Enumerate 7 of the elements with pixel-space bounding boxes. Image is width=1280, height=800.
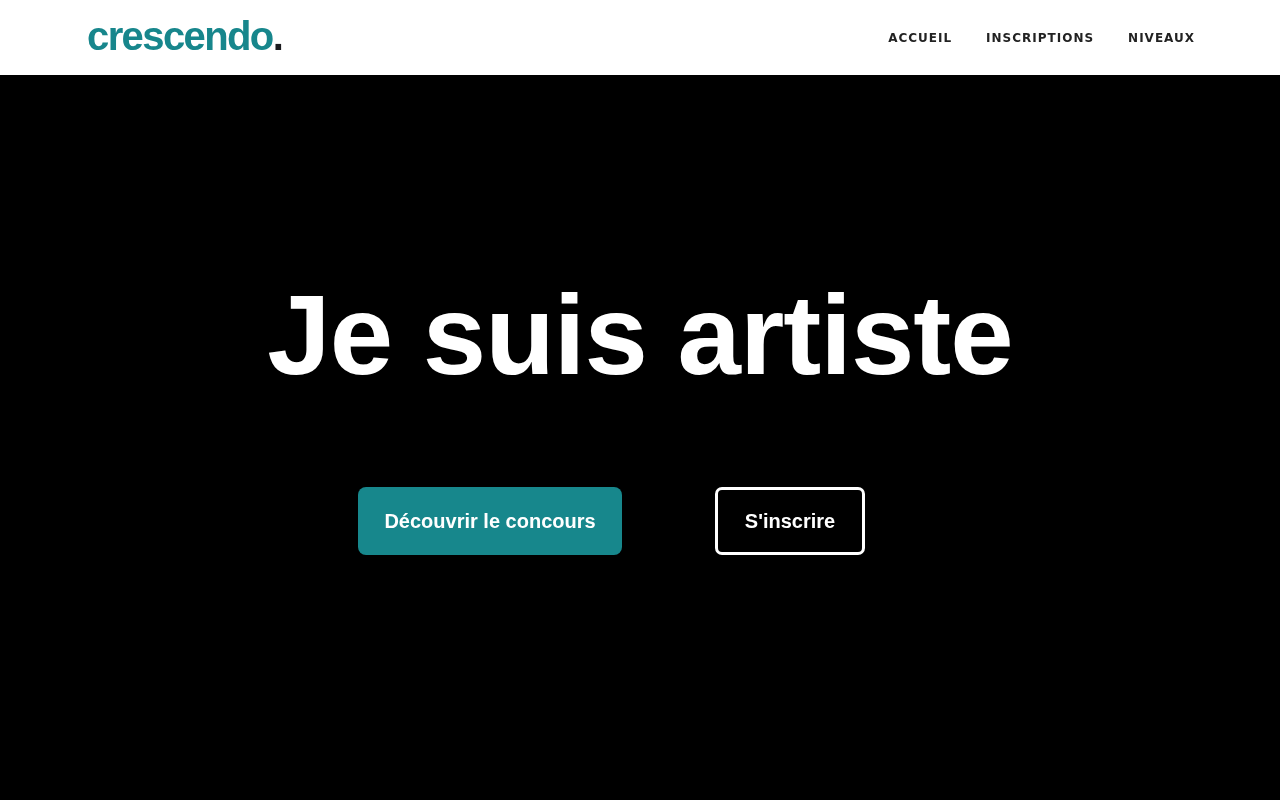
logo[interactable]: crescendo. [87, 15, 283, 56]
hero-title: Je suis artiste [267, 270, 1013, 400]
discover-button[interactable]: Découvrir le concours [358, 487, 622, 555]
signup-button[interactable]: S'inscrire [715, 487, 865, 555]
nav-link[interactable]: INSCRIPTIONS [986, 30, 1095, 45]
nav-link[interactable]: ACCUEIL [888, 30, 953, 45]
nav-link[interactable]: NIVEAUX [1128, 30, 1195, 45]
